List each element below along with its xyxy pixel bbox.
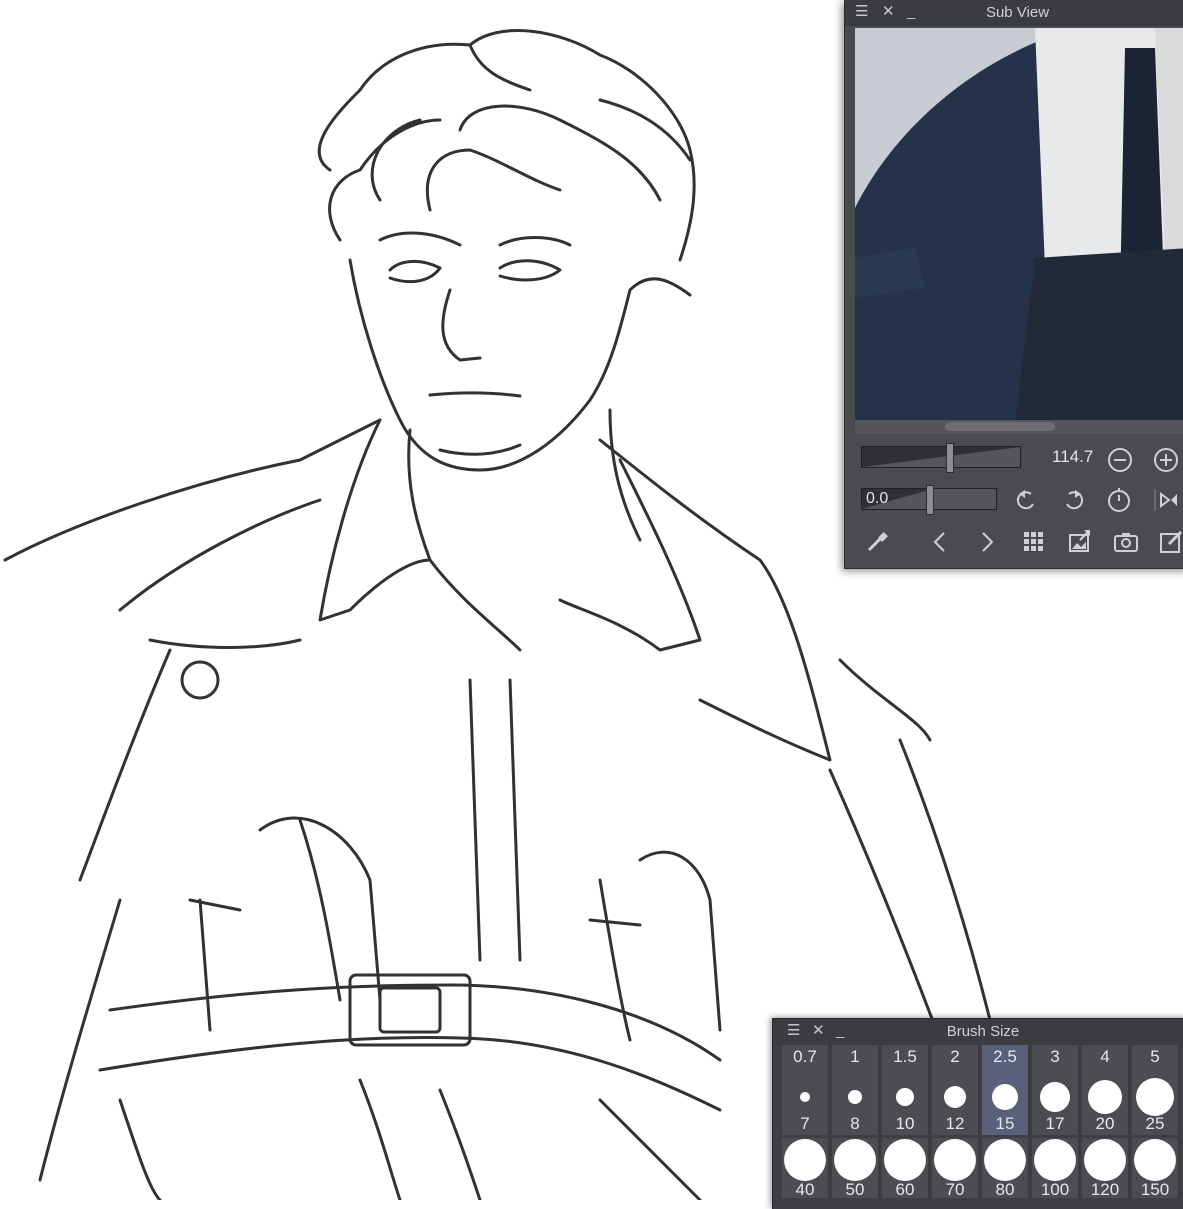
rotate-left-icon[interactable]	[1013, 486, 1041, 514]
brush-size-option-40[interactable]: 40	[782, 1138, 830, 1198]
brush-preview-dot	[896, 1088, 914, 1106]
brush-size-option-8[interactable]: 18	[832, 1045, 880, 1135]
sub-view-scrollbar[interactable]	[855, 420, 1183, 434]
rotate-right-icon[interactable]	[1059, 486, 1087, 514]
zoom-slider[interactable]	[861, 443, 1021, 473]
brush-size-titlebar[interactable]: ☰ ✕ _ Brush Size	[773, 1019, 1183, 1045]
sketch-harness	[188, 816, 722, 1042]
sketch-belt	[98, 983, 722, 1112]
brush-size-label: 120	[1090, 1180, 1120, 1198]
brush-size-label: 20	[1095, 1114, 1115, 1133]
brush-preview-dot	[800, 1092, 810, 1102]
previous-image-icon[interactable]	[926, 528, 954, 556]
brush-size-label: 50	[845, 1180, 865, 1198]
reference-image[interactable]	[855, 28, 1183, 420]
brush-size-option-20[interactable]: 4 20	[1082, 1045, 1130, 1135]
sub-view-panel: ☰ ✕ _ Sub View 114.7 0.0	[844, 0, 1183, 569]
brush-size-label-prev: 1	[850, 1047, 860, 1066]
edit-reference-icon[interactable]	[1157, 528, 1183, 556]
brush-size-option-70[interactable]: 70	[932, 1138, 980, 1198]
brush-size-label: 12	[945, 1114, 965, 1133]
brush-size-label-prev: 1.5	[893, 1047, 917, 1066]
next-image-icon[interactable]	[973, 528, 1001, 556]
brush-preview-dot	[884, 1139, 926, 1181]
brush-size-label-prev: 4	[1100, 1047, 1110, 1066]
brush-preview-dot	[1034, 1139, 1076, 1181]
reset-rotation-icon[interactable]	[1105, 486, 1133, 514]
brush-size-label-prev: 2	[950, 1047, 960, 1066]
brush-size-label-prev: 3	[1050, 1047, 1060, 1066]
sub-view-title: Sub View	[985, 4, 1050, 21]
brush-size-label: 60	[895, 1180, 915, 1198]
eyedropper-icon[interactable]	[863, 528, 891, 556]
rotation-value: 0.0	[866, 490, 889, 507]
brush-size-option-80[interactable]: 80	[982, 1138, 1030, 1198]
sketch-hair	[317, 29, 696, 262]
brush-preview-dot	[1084, 1139, 1126, 1181]
brush-size-label: 80	[995, 1180, 1015, 1198]
brush-preview-dot	[992, 1084, 1018, 1110]
brush-preview-dot	[1134, 1139, 1176, 1181]
brush-size-option-7[interactable]: 0.7 7	[782, 1045, 830, 1135]
brush-size-label: 10	[895, 1114, 915, 1133]
sketch-nose-mouth	[428, 288, 522, 456]
sketch-trousers	[118, 1078, 702, 1200]
brush-size-option-50[interactable]: 50	[832, 1138, 880, 1198]
brush-size-option-15[interactable]: 2.5 15	[982, 1045, 1030, 1135]
brush-size-option-25[interactable]: 5 25	[1132, 1045, 1180, 1135]
zoom-value: 114.7	[1052, 447, 1094, 466]
brush-size-label: 100	[1040, 1180, 1070, 1198]
brush-size-panel: ☰ ✕ _ Brush Size 0.7 7 1 8 1.5 10 2 12 2.5 15 3 17 4…	[772, 1018, 1183, 1209]
brush-size-label: 40	[795, 1180, 815, 1198]
flip-horizontal-icon[interactable]	[1151, 486, 1179, 514]
brush-size-label: 8	[850, 1114, 860, 1133]
brush-size-label-prev: 5	[1150, 1047, 1160, 1066]
grid-view-icon[interactable]	[1020, 528, 1048, 556]
sub-view-titlebar[interactable]: ☰ ✕ _ Sub View	[845, 0, 1183, 26]
zoom-out-icon[interactable]	[1106, 446, 1134, 474]
brush-size-label: 150	[1140, 1180, 1170, 1198]
rotation-slider[interactable]: 0.0	[861, 485, 997, 515]
brush-preview-dot	[944, 1086, 966, 1108]
brush-size-label: 7	[800, 1114, 810, 1133]
brush-preview-dot	[834, 1139, 876, 1181]
brush-size-option-17[interactable]: 3 17	[1032, 1045, 1080, 1135]
brush-size-label: 25	[1145, 1114, 1165, 1133]
brush-size-option-100[interactable]: 100	[1032, 1138, 1080, 1198]
brush-preview-dot	[984, 1139, 1026, 1181]
brush-size-option-10[interactable]: 1.5 10	[882, 1045, 930, 1135]
brush-preview-dot	[934, 1139, 976, 1181]
brush-preview-dot	[1040, 1082, 1070, 1112]
brush-size-label-prev: 0.7	[793, 1047, 817, 1066]
import-image-icon[interactable]	[1066, 528, 1094, 556]
sketch-face	[348, 258, 692, 472]
brush-size-label-prev: 2.5	[993, 1047, 1017, 1066]
brush-preview-dot	[784, 1139, 826, 1181]
sketch-shirt-collar	[318, 418, 702, 962]
camera-icon[interactable]	[1112, 528, 1140, 556]
brush-preview-dot	[848, 1090, 862, 1104]
brush-preview-dot	[1088, 1080, 1122, 1114]
brush-size-label: 17	[1045, 1114, 1065, 1133]
brush-size-option-12[interactable]: 2 12	[932, 1045, 980, 1135]
brush-size-title: Brush Size	[946, 1023, 1020, 1040]
brush-size-option-120[interactable]: 120	[1082, 1138, 1130, 1198]
brush-size-label: 70	[945, 1180, 965, 1198]
sketch-button	[180, 660, 220, 700]
brush-size-label: 15	[995, 1114, 1015, 1133]
brush-size-option-60[interactable]: 60	[882, 1138, 930, 1198]
brush-size-option-150[interactable]: 150	[1132, 1138, 1180, 1198]
brush-preview-dot	[1136, 1078, 1174, 1116]
zoom-in-icon[interactable]	[1152, 446, 1180, 474]
sketch-eyes	[378, 231, 572, 284]
